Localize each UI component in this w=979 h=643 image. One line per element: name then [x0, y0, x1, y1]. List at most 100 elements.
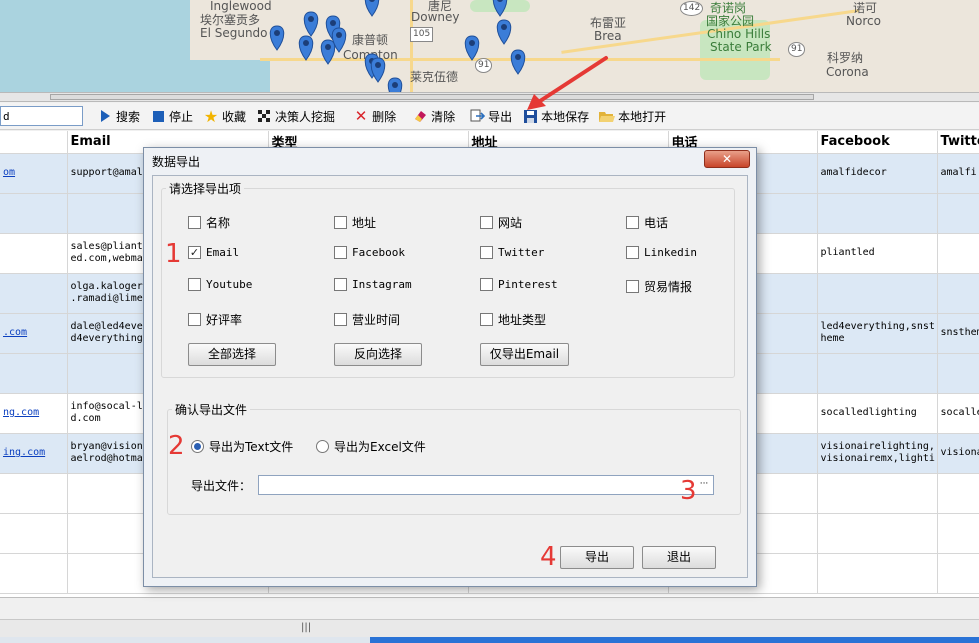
table-cell[interactable]: [937, 273, 979, 314]
checkbox-icon[interactable]: [188, 216, 201, 229]
table-cell[interactable]: [0, 233, 68, 274]
table-cell[interactable]: [937, 473, 979, 514]
map-pin-icon[interactable]: [370, 57, 386, 83]
table-cell[interactable]: [937, 553, 979, 594]
checkbox-icon[interactable]: [188, 278, 201, 291]
select-all-button[interactable]: 全部选择: [188, 343, 276, 366]
export-email-only-button[interactable]: 仅导出Email: [480, 343, 569, 366]
table-cell[interactable]: [0, 553, 68, 594]
map-pin-icon[interactable]: [269, 25, 285, 51]
local-open-button[interactable]: 本地打开: [595, 105, 670, 127]
table-cell[interactable]: ng.com: [0, 393, 68, 434]
decision-maker-button[interactable]: 决策人挖掘: [252, 105, 339, 127]
map-pin-icon[interactable]: [298, 35, 314, 61]
map-view[interactable]: Inglewood 埃尔塞贡多 El Segundo 唐尼 Downey 康普顿…: [0, 0, 979, 92]
checkbox-field[interactable]: 贸易情报: [626, 278, 692, 295]
table-cell[interactable]: [937, 513, 979, 554]
map-pin-icon[interactable]: [510, 49, 526, 75]
table-cell[interactable]: pliantled: [817, 233, 938, 274]
map-scrollbar[interactable]: [0, 92, 979, 102]
checkbox-field[interactable]: 网站: [480, 214, 522, 231]
invert-selection-button[interactable]: 反向选择: [334, 343, 422, 366]
table-cell[interactable]: [937, 233, 979, 274]
map-pin-icon[interactable]: [387, 77, 403, 92]
table-cell[interactable]: ing.com: [0, 433, 68, 474]
table-cell[interactable]: [817, 553, 938, 594]
checkbox-icon[interactable]: [480, 313, 493, 326]
close-button[interactable]: ✕: [704, 150, 750, 168]
checkbox-icon[interactable]: [334, 216, 347, 229]
local-save-button[interactable]: 本地保存: [518, 105, 593, 127]
export-confirm-button[interactable]: 导出: [560, 546, 634, 569]
checkbox-field[interactable]: Instagram: [334, 278, 412, 291]
checkbox-field[interactable]: 好评率: [188, 311, 242, 328]
browse-file-button[interactable]: ···: [696, 478, 712, 492]
map-pin-icon[interactable]: [303, 11, 319, 37]
checkbox-field[interactable]: 营业时间: [334, 311, 400, 328]
table-cell[interactable]: snsthem: [937, 313, 979, 354]
column-header[interactable]: Twitte: [937, 131, 979, 154]
exit-button[interactable]: 退出: [642, 546, 716, 569]
checkbox-icon[interactable]: [480, 278, 493, 291]
checkbox-icon[interactable]: [480, 216, 493, 229]
checkbox-field[interactable]: 地址类型: [480, 311, 546, 328]
checkbox-field[interactable]: ✓ Email: [188, 246, 239, 259]
table-cell[interactable]: [0, 193, 68, 234]
clear-button[interactable]: 清除: [408, 105, 459, 127]
radio-text-dot[interactable]: [191, 440, 204, 453]
dialog-titlebar[interactable]: 数据导出: [144, 148, 756, 174]
radio-export-text[interactable]: 导出为Text文件: [191, 438, 293, 455]
table-cell[interactable]: socalle: [937, 393, 979, 434]
map-pin-icon[interactable]: [364, 0, 380, 17]
checkbox-field[interactable]: Twitter: [480, 246, 544, 259]
scroll-grip-icon[interactable]: |||: [301, 622, 311, 633]
checkbox-field[interactable]: 名称: [188, 214, 230, 231]
checkbox-icon[interactable]: [188, 313, 201, 326]
map-scroll-thumb[interactable]: [50, 94, 814, 100]
export-file-path-input[interactable]: [258, 475, 714, 495]
table-cell[interactable]: [0, 353, 68, 394]
checkbox-icon[interactable]: [626, 216, 639, 229]
radio-excel-dot[interactable]: [316, 440, 329, 453]
map-pin-icon[interactable]: [464, 35, 480, 61]
checkbox-icon[interactable]: [334, 246, 347, 259]
checkbox-field[interactable]: Facebook: [334, 246, 405, 259]
table-cell[interactable]: [817, 513, 938, 554]
search-button[interactable]: 搜索: [93, 105, 144, 127]
table-cell[interactable]: [937, 353, 979, 394]
delete-button[interactable]: ✕ 删除: [349, 105, 400, 127]
table-cell[interactable]: [0, 513, 68, 554]
stop-button[interactable]: 停止: [146, 105, 197, 127]
keyword-input[interactable]: [0, 106, 83, 126]
checkbox-field[interactable]: 地址: [334, 214, 376, 231]
table-cell[interactable]: [937, 193, 979, 234]
checkbox-field[interactable]: Linkedin: [626, 246, 697, 259]
checkbox-icon[interactable]: [334, 278, 347, 291]
checkbox-icon[interactable]: [480, 246, 493, 259]
horizontal-scrollbar[interactable]: |||: [0, 619, 979, 637]
checkbox-icon[interactable]: [626, 280, 639, 293]
radio-export-excel[interactable]: 导出为Excel文件: [316, 438, 426, 455]
checkbox-field[interactable]: 电话: [626, 214, 668, 231]
table-cell[interactable]: [0, 473, 68, 514]
table-cell[interactable]: led4everything,snst heme: [817, 313, 938, 354]
checkbox-icon[interactable]: [334, 313, 347, 326]
checkbox-icon[interactable]: [626, 246, 639, 259]
table-cell[interactable]: om: [0, 153, 68, 194]
checkbox-checked-icon[interactable]: ✓: [188, 246, 201, 259]
table-cell[interactable]: .com: [0, 313, 68, 354]
table-cell[interactable]: visionairelighting, visionairemx,lighti: [817, 433, 938, 474]
favorite-button[interactable]: ★ 收藏: [199, 105, 250, 127]
column-header[interactable]: [0, 131, 68, 154]
table-cell[interactable]: [817, 273, 938, 314]
map-pin-icon[interactable]: [492, 0, 508, 17]
table-cell[interactable]: [817, 193, 938, 234]
table-cell[interactable]: visiona: [937, 433, 979, 474]
map-pin-icon[interactable]: [320, 39, 336, 65]
map-pin-icon[interactable]: [496, 19, 512, 45]
checkbox-field[interactable]: Pinterest: [480, 278, 558, 291]
column-header[interactable]: Facebook: [817, 131, 938, 154]
table-cell[interactable]: [817, 353, 938, 394]
table-cell[interactable]: amalfidecor: [817, 153, 938, 194]
checkbox-field[interactable]: Youtube: [188, 278, 252, 291]
